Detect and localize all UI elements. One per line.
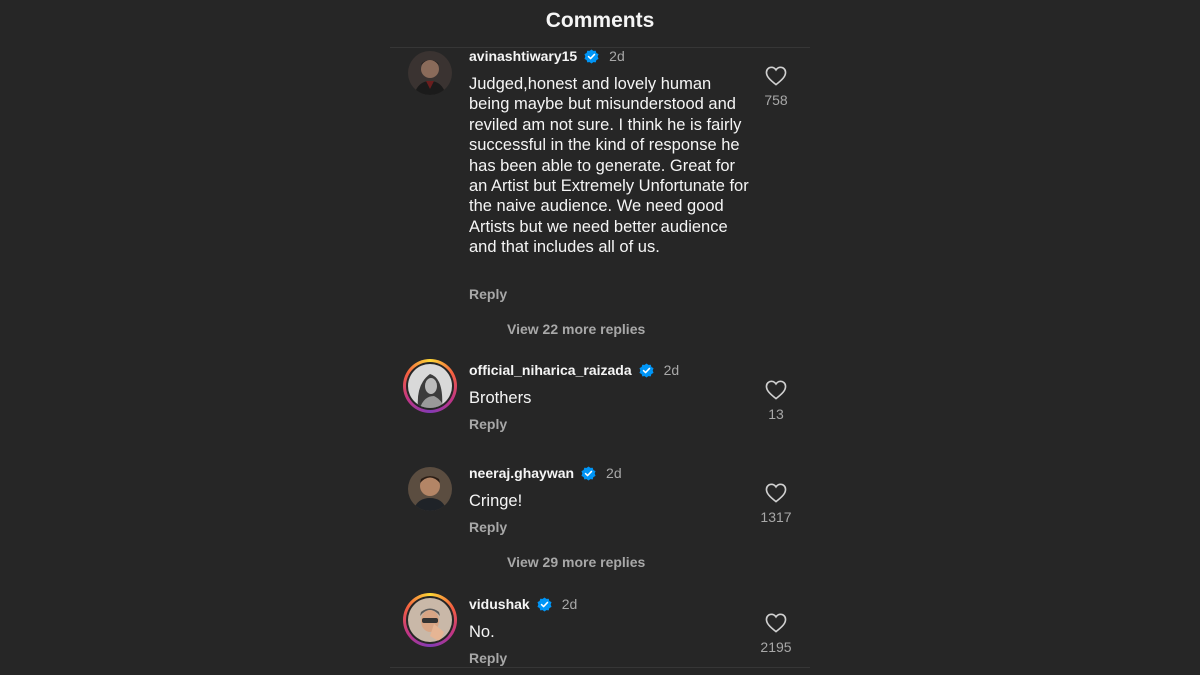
like-count: 13 [768, 406, 784, 422]
like-control[interactable]: 2195 [745, 613, 807, 655]
comment-header: vidushak 2d [469, 596, 577, 612]
comment-time: 2d [606, 465, 622, 481]
reply-button[interactable]: Reply [469, 519, 507, 535]
reply-button[interactable]: Reply [469, 286, 507, 302]
avatar[interactable] [403, 593, 457, 647]
like-count: 2195 [760, 639, 792, 655]
bottom-divider [390, 667, 810, 668]
username[interactable]: vidushak [469, 596, 530, 612]
verified-badge-icon [639, 362, 654, 378]
heart-icon[interactable] [765, 380, 787, 400]
comment-time: 2d [663, 362, 680, 378]
like-control[interactable]: 13 [745, 380, 807, 422]
comment-header: official_niharica_raizada 2d [469, 362, 679, 378]
avatar[interactable] [403, 359, 457, 413]
avatar[interactable] [408, 51, 452, 95]
comment-header: avinashtiwary15 2d [469, 48, 625, 64]
like-count: 1317 [760, 509, 792, 525]
verified-badge-icon [584, 48, 599, 64]
view-more-replies-button[interactable]: View 29 more replies [507, 554, 645, 570]
page-title: Comments [545, 9, 655, 32]
heart-icon[interactable] [765, 66, 787, 86]
comment-header: neeraj.ghaywan 2d [469, 465, 622, 481]
username[interactable]: avinashtiwary15 [469, 48, 577, 64]
like-count: 758 [764, 92, 788, 108]
avatar[interactable] [408, 467, 452, 511]
comment-text: No. [469, 623, 495, 641]
verified-badge-icon [537, 596, 552, 612]
comment-time: 2d [609, 48, 625, 64]
username[interactable]: neeraj.ghaywan [469, 465, 574, 481]
view-more-replies-button[interactable]: View 22 more replies [507, 321, 645, 337]
reply-button[interactable]: Reply [469, 650, 507, 666]
username[interactable]: official_niharica_raizada [469, 362, 632, 378]
reply-button[interactable]: Reply [469, 416, 507, 432]
comment-time: 2d [561, 596, 578, 612]
comment-text: Judged,honest and lovely human being may… [469, 75, 749, 257]
comment-text: Brothers [469, 389, 532, 407]
verified-badge-icon [581, 465, 596, 481]
comment-text: Cringe! [469, 492, 523, 510]
like-control[interactable]: 758 [745, 66, 807, 108]
like-control[interactable]: 1317 [745, 483, 807, 525]
heart-icon[interactable] [765, 613, 787, 633]
heart-icon[interactable] [765, 483, 787, 503]
